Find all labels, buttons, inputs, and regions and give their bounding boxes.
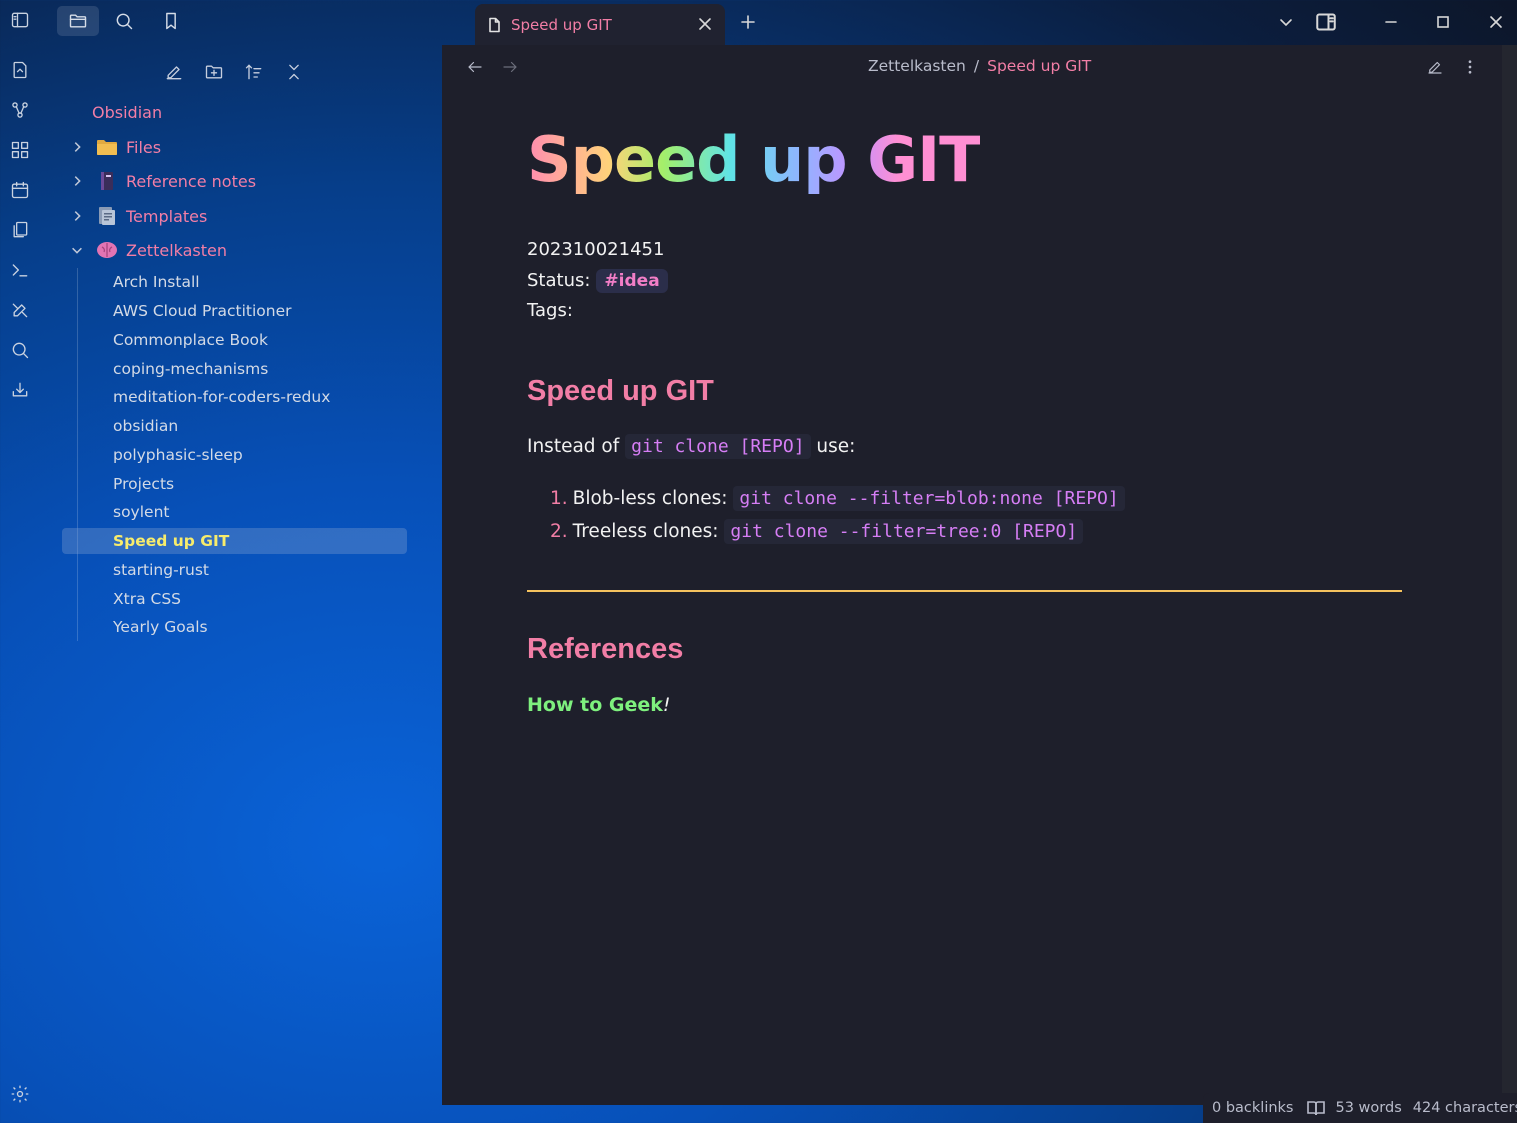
list-text: Blob-less clones: — [572, 488, 728, 509]
inline-code: git clone --filter=blob:none [REPO] — [733, 486, 1125, 511]
chevron-right-icon[interactable] — [66, 136, 88, 158]
chevron-right-icon[interactable] — [66, 170, 88, 192]
settings-gear-icon[interactable] — [8, 1082, 32, 1106]
file-item[interactable]: polyphasic-sleep — [62, 442, 407, 468]
status-bar: 0 backlinks 53 words 424 characters — [1203, 1093, 1517, 1123]
file-item[interactable]: Xtra CSS — [62, 586, 407, 612]
minimize-icon[interactable] — [1379, 10, 1403, 34]
backlinks-count[interactable]: 0 backlinks — [1212, 1100, 1294, 1116]
scrollbar[interactable] — [1502, 45, 1517, 1105]
tags-label: Tags: — [527, 300, 573, 321]
file-item-active[interactable]: Speed up GIT — [62, 528, 407, 554]
right-sidebar-toggle-icon[interactable] — [1314, 10, 1338, 34]
canvas-icon[interactable] — [8, 138, 32, 162]
sidebar-header — [0, 0, 442, 44]
file-item[interactable]: starting-rust — [62, 557, 407, 583]
word-count: 53 words — [1335, 1100, 1402, 1116]
file-item[interactable]: Arch Install — [62, 269, 407, 295]
folder-label: Files — [126, 137, 162, 157]
window-close-icon[interactable] — [1484, 10, 1508, 34]
folder-files[interactable]: Files — [66, 132, 406, 162]
intro-paragraph: Instead of git clone [REPO] use: — [527, 434, 856, 459]
folder-icon — [94, 137, 120, 157]
folder-templates[interactable]: Templates — [66, 201, 406, 231]
reference-link-line: How to Geek! — [527, 694, 671, 716]
template-icon — [94, 206, 120, 226]
close-icon[interactable] — [697, 16, 713, 32]
breadcrumb-folder[interactable]: Zettelkasten — [868, 57, 966, 75]
note-id: 202310021451 — [527, 239, 665, 260]
notebook-icon — [94, 171, 120, 191]
maximize-icon[interactable] — [1431, 10, 1455, 34]
reading-book-icon[interactable] — [1306, 1099, 1326, 1117]
folder-icon[interactable] — [57, 6, 99, 36]
inline-code: git clone --filter=tree:0 [REPO] — [724, 519, 1084, 544]
folder-label: Reference notes — [126, 171, 257, 191]
status-label: Status: — [527, 270, 591, 291]
forward-arrow-icon[interactable] — [498, 55, 522, 79]
note-title: Speed up GIT — [527, 123, 981, 196]
view-header: Zettelkasten / Speed up GIT — [442, 45, 1502, 89]
breadcrumb-current[interactable]: Speed up GIT — [987, 57, 1091, 75]
tab-title: Speed up GIT — [511, 15, 612, 34]
breadcrumb: Zettelkasten / Speed up GIT — [868, 57, 1091, 75]
intro-prefix: Instead of — [527, 436, 620, 457]
file-item[interactable]: Commonplace Book — [62, 327, 407, 353]
collapse-all-icon[interactable] — [280, 58, 308, 86]
bookmark-icon[interactable] — [150, 6, 192, 36]
character-count: 424 characters — [1412, 1100, 1517, 1116]
folder-zettelkasten[interactable]: Zettelkasten — [66, 235, 406, 265]
chevron-right-icon[interactable] — [66, 205, 88, 227]
editor-pane: Zettelkasten / Speed up GIT Speed up GIT 2… — [442, 45, 1502, 1105]
breadcrumb-separator: / — [973, 57, 980, 75]
document-icon — [486, 17, 502, 33]
file-item[interactable]: AWS Cloud Practitioner — [62, 298, 407, 324]
status-tag[interactable]: #idea — [596, 269, 668, 293]
more-options-icon[interactable] — [1458, 55, 1482, 79]
terminal-icon[interactable] — [8, 258, 32, 282]
brain-icon — [94, 240, 120, 260]
file-item[interactable]: Projects — [62, 471, 407, 497]
section-heading: Speed up GIT — [527, 375, 714, 407]
templates-icon[interactable] — [8, 218, 32, 242]
new-folder-icon[interactable] — [200, 58, 228, 86]
references-heading: References — [527, 633, 684, 665]
list-number: 2. — [550, 521, 568, 542]
tools-icon[interactable] — [8, 298, 32, 322]
calendar-icon[interactable] — [8, 178, 32, 202]
list-text: Treeless clones: — [572, 521, 719, 542]
inline-code: git clone [REPO] — [625, 434, 811, 459]
sort-icon[interactable] — [240, 58, 268, 86]
graph-view-icon[interactable] — [8, 98, 32, 122]
search-icon[interactable] — [8, 338, 32, 362]
folder-reference-notes[interactable]: Reference notes — [66, 166, 406, 196]
file-item[interactable]: coping-mechanisms — [62, 356, 407, 382]
left-ribbon — [0, 0, 40, 1123]
reference-link[interactable]: How to Geek — [527, 694, 663, 716]
list-item: 2. Treeless clones: git clone --filter=tr… — [550, 519, 1084, 544]
reference-tail: ! — [662, 694, 671, 716]
intro-suffix: use: — [816, 436, 856, 457]
vault-name[interactable]: Obsidian — [92, 103, 162, 122]
file-item[interactable]: Yearly Goals — [62, 614, 407, 640]
list-item: 1. Blob-less clones: git clone --filter=b… — [550, 486, 1125, 511]
back-arrow-icon[interactable] — [463, 55, 487, 79]
tab-list-chevron-down-icon[interactable] — [1274, 10, 1298, 34]
file-nav-actions — [0, 58, 442, 86]
edit-pencil-icon[interactable] — [1423, 55, 1447, 79]
list-number: 1. — [550, 488, 568, 509]
status-line: Status: #idea — [527, 269, 668, 293]
search-icon[interactable] — [103, 6, 145, 36]
new-tab-icon[interactable] — [736, 10, 760, 34]
import-icon[interactable] — [8, 378, 32, 402]
folder-label: Zettelkasten — [126, 240, 228, 260]
folder-label: Templates — [126, 206, 208, 226]
horizontal-rule — [527, 590, 1402, 592]
file-item[interactable]: obsidian — [62, 413, 407, 439]
file-item[interactable]: soylent — [62, 499, 407, 525]
chevron-down-icon[interactable] — [66, 239, 88, 261]
file-item[interactable]: meditation-for-coders-redux — [62, 384, 407, 410]
tab-speed-up-git[interactable]: Speed up GIT — [475, 4, 725, 45]
new-note-icon[interactable] — [160, 58, 188, 86]
